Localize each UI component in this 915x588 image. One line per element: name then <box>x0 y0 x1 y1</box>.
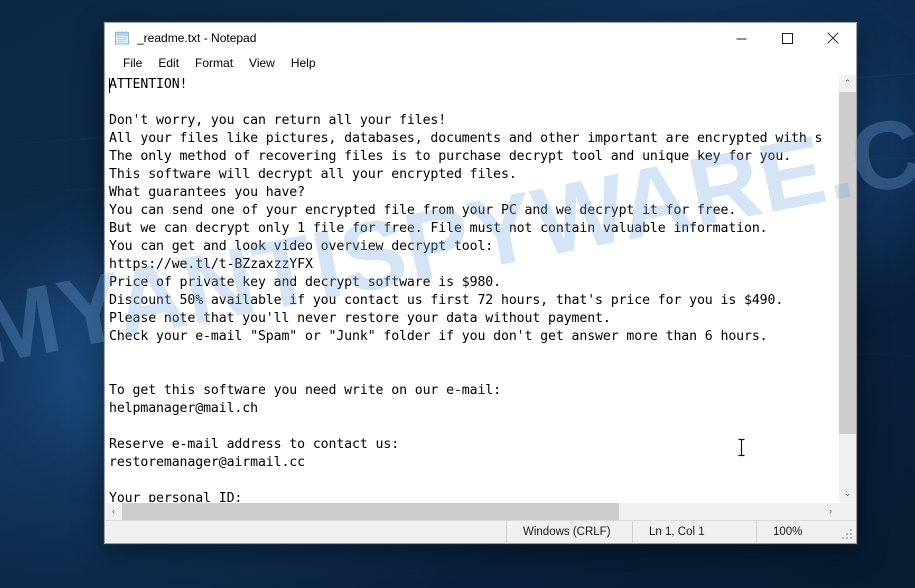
title-bar[interactable]: _readme.txt - Notepad <box>105 23 856 53</box>
maximize-icon <box>781 32 793 44</box>
scrollbar-corner <box>839 503 856 520</box>
menu-item-file[interactable]: File <box>115 54 150 73</box>
editor-content: ATTENTION! Don't worry, you can return a… <box>109 77 823 502</box>
menu-item-edit[interactable]: Edit <box>150 54 187 73</box>
window-title: _readme.txt - Notepad <box>137 31 257 45</box>
status-zoom-level: 100% <box>756 521 856 543</box>
minimize-icon <box>736 38 746 39</box>
text-caret <box>109 78 110 93</box>
scroll-right-button[interactable]: › <box>822 503 839 520</box>
close-button[interactable] <box>810 23 856 53</box>
resize-grip[interactable] <box>842 529 853 540</box>
vertical-scrollbar[interactable]: ⌃ ⌄ <box>838 75 856 502</box>
status-cursor-position: Ln 1, Col 1 <box>632 521 756 543</box>
menu-item-view[interactable]: View <box>241 54 283 73</box>
menu-item-format[interactable]: Format <box>187 54 241 73</box>
scroll-down-button[interactable]: ⌄ <box>839 485 856 502</box>
notepad-window: _readme.txt - Notepad File Edit Format V… <box>104 22 857 544</box>
text-editor[interactable]: ATTENTION! Don't worry, you can return a… <box>105 75 838 502</box>
scroll-up-button[interactable]: ⌃ <box>839 75 856 92</box>
menu-bar: File Edit Format View Help <box>105 53 856 74</box>
title-bar-left: _readme.txt - Notepad <box>105 30 718 46</box>
horizontal-scroll-thumb[interactable] <box>122 503 619 520</box>
vertical-scroll-track[interactable] <box>839 92 856 485</box>
menu-item-help[interactable]: Help <box>283 54 324 73</box>
editor-area: ATTENTION! Don't worry, you can return a… <box>105 74 856 520</box>
close-icon <box>827 32 839 44</box>
editor-row: ATTENTION! Don't worry, you can return a… <box>105 75 856 502</box>
scroll-left-button[interactable]: ‹ <box>105 503 122 520</box>
horizontal-scrollbar[interactable]: ‹ › <box>105 502 856 520</box>
status-bar: Windows (CRLF) Ln 1, Col 1 100% <box>105 520 856 543</box>
horizontal-scroll-track[interactable] <box>122 503 822 520</box>
status-line-ending: Windows (CRLF) <box>506 521 632 543</box>
maximize-button[interactable] <box>764 23 810 53</box>
notepad-icon <box>114 30 130 46</box>
minimize-button[interactable] <box>718 23 764 53</box>
vertical-scroll-thumb[interactable] <box>839 92 856 434</box>
